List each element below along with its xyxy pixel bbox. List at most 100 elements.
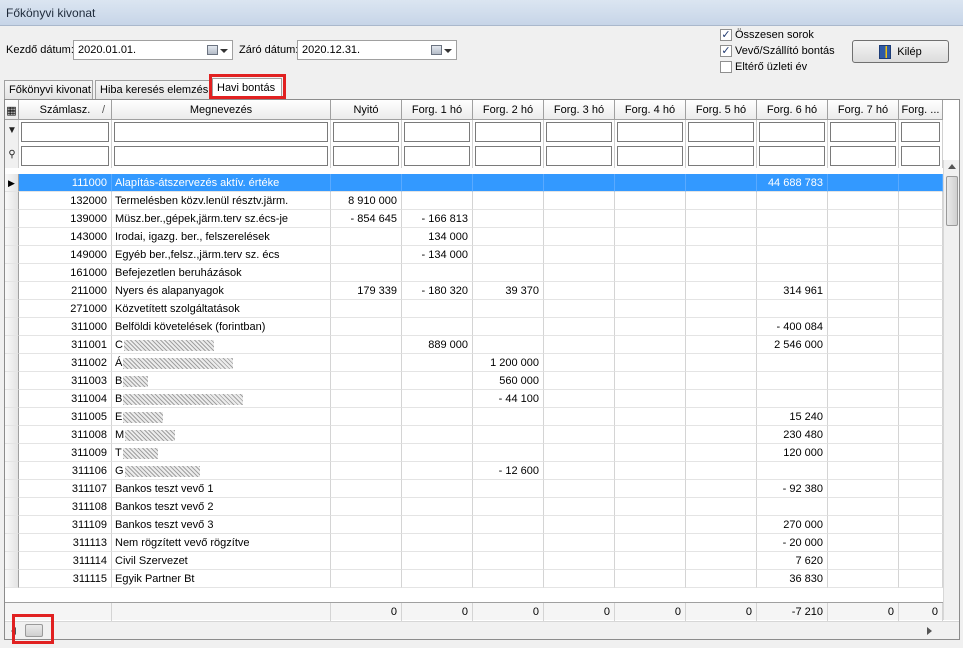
- row-indicator[interactable]: [5, 426, 19, 444]
- row-indicator[interactable]: [5, 480, 19, 498]
- column-header[interactable]: Forg. 1 hó: [402, 100, 473, 120]
- table-row[interactable]: 311008 M 230 480: [5, 426, 943, 444]
- column-search-input[interactable]: [757, 144, 828, 168]
- row-indicator[interactable]: [5, 210, 19, 228]
- row-indicator[interactable]: ▶: [5, 174, 19, 192]
- input-box[interactable]: [901, 122, 940, 142]
- column-search-input[interactable]: [615, 144, 686, 168]
- column-header[interactable]: Forg. 6 hó: [757, 100, 828, 120]
- column-header[interactable]: Forg. 5 hó: [686, 100, 757, 120]
- input-box[interactable]: [759, 122, 825, 142]
- input-box[interactable]: [333, 122, 399, 142]
- table-row[interactable]: 311004 B - 44 100: [5, 390, 943, 408]
- vertical-scrollbar[interactable]: [943, 160, 959, 620]
- column-filter-input[interactable]: [19, 120, 112, 144]
- column-header[interactable]: Nyitó: [331, 100, 402, 120]
- table-row[interactable]: ▶ 111000 Alapítás-átszervezés aktív. érték…: [5, 174, 943, 192]
- table-row[interactable]: 311113 Nem rögzített vevő rögzítve - 20 00…: [5, 534, 943, 552]
- row-indicator[interactable]: [5, 318, 19, 336]
- row-indicator[interactable]: [5, 246, 19, 264]
- different-year-checkbox[interactable]: Eltérő üzleti év: [720, 60, 807, 74]
- calendar-icon[interactable]: [207, 45, 218, 55]
- column-search-input[interactable]: [544, 144, 615, 168]
- table-row[interactable]: 311005 E 15 240: [5, 408, 943, 426]
- row-indicator[interactable]: [5, 534, 19, 552]
- column-header[interactable]: Forg. 4 hó: [615, 100, 686, 120]
- table-row[interactable]: 311114 Civil Szervezet 7 620: [5, 552, 943, 570]
- column-search-input[interactable]: [19, 144, 112, 168]
- table-row[interactable]: 271000 Közvetített szolgáltatások: [5, 300, 943, 318]
- table-row[interactable]: 139000 Müsz.ber.,gépek,järm.terv sz.écs-j…: [5, 210, 943, 228]
- input-box[interactable]: [830, 146, 896, 166]
- column-header[interactable]: Megnevezés: [112, 100, 331, 120]
- table-row[interactable]: 311108 Bankos teszt vevő 2: [5, 498, 943, 516]
- input-box[interactable]: [688, 146, 754, 166]
- calendar-icon[interactable]: [431, 45, 442, 55]
- table-row[interactable]: 311001 C 889 000 2 546 000: [5, 336, 943, 354]
- start-date-input[interactable]: 2020.01.01.: [73, 40, 233, 60]
- table-row[interactable]: 132000 Termelésben közv.lenül résztv.järm…: [5, 192, 943, 210]
- dropdown-arrow-icon[interactable]: [444, 49, 452, 53]
- partner-split-checkbox[interactable]: ✓ Vevő/Szállító bontás: [720, 44, 835, 58]
- column-header[interactable]: Forg. 2 hó: [473, 100, 544, 120]
- table-row[interactable]: 143000 Irodai, igazg. ber., felszerelések…: [5, 228, 943, 246]
- table-row[interactable]: 161000 Befejezetlen beruházások: [5, 264, 943, 282]
- end-date-input[interactable]: 2020.12.31.: [297, 40, 457, 60]
- column-filter-input[interactable]: [615, 120, 686, 144]
- input-box[interactable]: [688, 122, 754, 142]
- column-search-input[interactable]: [828, 144, 899, 168]
- horizontal-scrollbar[interactable]: [5, 621, 959, 639]
- input-box[interactable]: [475, 146, 541, 166]
- input-box[interactable]: [617, 122, 683, 142]
- row-indicator[interactable]: [5, 498, 19, 516]
- total-rows-checkbox[interactable]: ✓ Összesen sorok: [720, 28, 814, 42]
- row-indicator[interactable]: [5, 390, 19, 408]
- scroll-right-icon[interactable]: [927, 627, 932, 635]
- scroll-thumb[interactable]: [946, 176, 958, 226]
- column-header[interactable]: Számlasz. /: [19, 100, 112, 120]
- tab-hiba-kereses[interactable]: Hiba keresés elemzés: [95, 80, 210, 99]
- input-box[interactable]: [546, 122, 612, 142]
- table-row[interactable]: 311003 B 560 000: [5, 372, 943, 390]
- column-search-input[interactable]: [402, 144, 473, 168]
- input-box[interactable]: [617, 146, 683, 166]
- table-row[interactable]: 311009 T 120 000: [5, 444, 943, 462]
- grid-config-icon[interactable]: ▦: [5, 100, 19, 120]
- table-row[interactable]: 311115 Egyik Partner Bt 36 830: [5, 570, 943, 588]
- input-box[interactable]: [475, 122, 541, 142]
- column-filter-input[interactable]: [331, 120, 402, 144]
- row-indicator[interactable]: [5, 300, 19, 318]
- input-box[interactable]: [546, 146, 612, 166]
- input-box[interactable]: [404, 146, 470, 166]
- column-filter-input[interactable]: [686, 120, 757, 144]
- column-filter-input[interactable]: [544, 120, 615, 144]
- input-box[interactable]: [114, 122, 328, 142]
- column-search-input[interactable]: [473, 144, 544, 168]
- row-indicator[interactable]: [5, 516, 19, 534]
- column-search-input[interactable]: [331, 144, 402, 168]
- input-box[interactable]: [21, 146, 109, 166]
- column-header[interactable]: Forg. 3 hó: [544, 100, 615, 120]
- row-indicator[interactable]: [5, 282, 19, 300]
- row-indicator[interactable]: [5, 444, 19, 462]
- table-row[interactable]: 311106 G - 12 600: [5, 462, 943, 480]
- column-filter-input[interactable]: [473, 120, 544, 144]
- input-box[interactable]: [333, 146, 399, 166]
- dropdown-arrow-icon[interactable]: [220, 49, 228, 53]
- input-box[interactable]: [21, 122, 109, 142]
- row-indicator[interactable]: [5, 372, 19, 390]
- column-filter-input[interactable]: [828, 120, 899, 144]
- exit-button[interactable]: Kilép: [852, 40, 949, 63]
- checkbox-box[interactable]: ✓: [720, 29, 732, 41]
- input-box[interactable]: [114, 146, 328, 166]
- column-search-input[interactable]: [112, 144, 331, 168]
- row-indicator[interactable]: [5, 264, 19, 282]
- table-row[interactable]: 311002 Á 1 200 000: [5, 354, 943, 372]
- table-row[interactable]: 311107 Bankos teszt vevő 1 - 92 380: [5, 480, 943, 498]
- table-row[interactable]: 311000 Belföldi követelések (forintban) - …: [5, 318, 943, 336]
- row-indicator[interactable]: [5, 570, 19, 588]
- table-row[interactable]: 311109 Bankos teszt vevő 3 270 000: [5, 516, 943, 534]
- scroll-up-icon[interactable]: [948, 164, 956, 169]
- row-indicator[interactable]: [5, 192, 19, 210]
- table-row[interactable]: 211000 Nyers és alapanyagok 179 339- 180 3…: [5, 282, 943, 300]
